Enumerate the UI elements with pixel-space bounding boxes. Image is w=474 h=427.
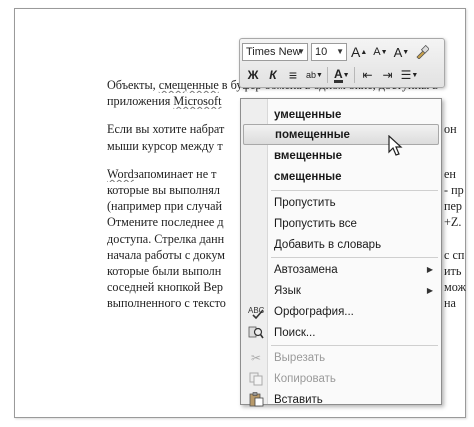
spelling-icon: ABC	[248, 304, 264, 319]
toolbar-separator	[326, 67, 328, 83]
mini-toolbar: Times New ▼ 10 ▼ A ▲ A ▼ A ▼ Ж К ≡ ab ▼ A ▼ ⇤ ⇥…	[239, 38, 445, 88]
italic-button[interactable]: К	[264, 66, 282, 84]
ignore-item[interactable]: Пропустить	[243, 192, 439, 213]
suggestion-item[interactable]: смещенные	[243, 166, 439, 187]
bullets-button[interactable]: ☰ ▼	[399, 66, 421, 84]
submenu-arrow-icon: ▶	[426, 265, 433, 274]
suggestion-item[interactable]: вмещенные	[243, 145, 439, 166]
font-name-combo[interactable]: Times New ▼	[242, 43, 308, 61]
grow-font-button[interactable]: A ▲	[349, 43, 369, 61]
ignore-all-item[interactable]: Пропустить все	[243, 213, 439, 234]
suggestion-item[interactable]: умещенные	[243, 104, 439, 125]
menu-separator	[271, 257, 438, 258]
autocorrect-item[interactable]: Автозамена ▶	[243, 259, 439, 280]
center-align-button[interactable]: ≡	[284, 66, 302, 84]
doc-right-fragments: он ен - пр пер +Z. с сп ить мож на	[444, 122, 466, 311]
menu-separator	[271, 345, 438, 346]
context-menu: умещенные помещенные вмещенные смещенные…	[240, 98, 442, 407]
spelling-item[interactable]: ABC Орфография...	[243, 301, 439, 322]
add-to-dictionary-item[interactable]: Добавить в словарь	[243, 234, 439, 255]
submenu-arrow-icon: ▶	[426, 286, 433, 295]
misspelled-word: смещенные	[158, 78, 219, 92]
suggestion-item-hovered[interactable]: помещенные	[243, 124, 439, 145]
paste-icon	[248, 392, 264, 407]
research-item[interactable]: Поиск...	[243, 322, 439, 343]
cut-item[interactable]: ✂ Вырезать	[243, 347, 439, 368]
increase-indent-button[interactable]: ⇥	[379, 66, 397, 84]
paste-item[interactable]: Вставить	[243, 389, 439, 410]
format-painter-icon[interactable]	[413, 43, 431, 61]
decrease-indent-button[interactable]: ⇤	[359, 66, 377, 84]
language-item[interactable]: Язык ▶	[243, 280, 439, 301]
mouse-cursor-icon	[388, 135, 403, 156]
toolbar-separator	[353, 67, 355, 83]
chevron-down-icon: ▼	[336, 47, 344, 56]
styles-button[interactable]: A ▼	[392, 43, 412, 61]
copy-item[interactable]: Копировать	[243, 368, 439, 389]
highlight-button[interactable]: ab ▼	[304, 66, 325, 84]
research-icon	[248, 325, 264, 340]
copy-icon	[248, 371, 264, 386]
bold-button[interactable]: Ж	[244, 66, 262, 84]
cut-icon: ✂	[250, 350, 262, 365]
font-size-combo[interactable]: 10 ▼	[311, 43, 347, 61]
chevron-down-icon: ▼	[297, 47, 305, 56]
font-color-button[interactable]: A ▼	[332, 66, 352, 84]
shrink-font-button[interactable]: A ▼	[371, 43, 389, 61]
menu-separator	[271, 190, 438, 191]
